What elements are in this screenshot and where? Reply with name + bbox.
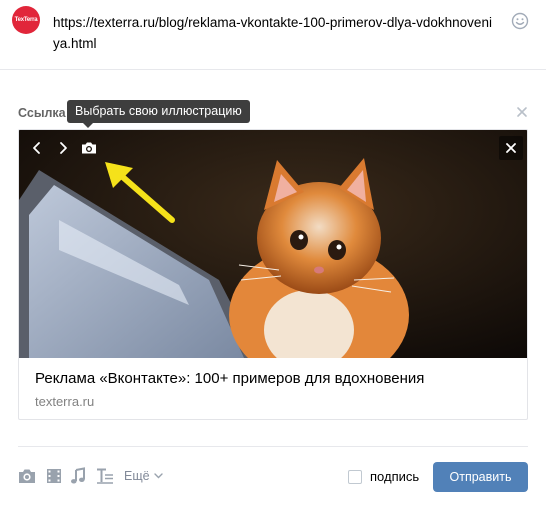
composer-toolbar: Ещё подпись Отправить [0,447,546,506]
music-icon[interactable] [68,467,88,485]
choose-illustration-button[interactable] [79,138,99,158]
video-icon[interactable] [44,467,64,485]
close-icon [506,143,516,153]
next-image-button[interactable] [53,138,73,158]
link-title[interactable]: Реклама «Вконтакте»: 100+ примеров для в… [35,370,424,387]
avatar-logo-text: TexTerra [14,17,38,23]
post-composer[interactable]: TexTerra https://texterra.ru/blog/reklam… [0,0,546,70]
avatar: TexTerra [12,6,40,34]
chevron-down-icon [153,473,163,479]
link-section-label: Ссылка [18,106,66,120]
prev-image-button[interactable] [27,138,47,158]
link-preview-image [19,130,527,358]
chevron-right-icon [60,142,67,154]
signature-label[interactable]: подпись [370,469,419,484]
link-domain: texterra.ru [35,394,95,409]
kitten-photo [19,130,527,358]
text-format-icon[interactable] [95,467,115,485]
pointer-arrow-annotation [105,162,175,223]
camera-icon[interactable] [17,467,37,485]
signature-checkbox[interactable] [348,470,362,484]
more-label: Ещё [124,469,150,483]
send-button[interactable]: Отправить [433,462,528,492]
camera-icon [82,142,96,154]
link-preview-card[interactable]: Реклама «Вконтакте»: 100+ примеров для в… [18,129,528,420]
remove-link-close-icon[interactable] [516,106,528,118]
remove-image-button[interactable] [499,136,523,160]
more-attachments-button[interactable]: Ещё [124,469,163,483]
chevron-left-icon [33,142,40,154]
choose-illustration-tooltip: Выбрать свою иллюстрацию [67,100,250,128]
smile-icon[interactable] [511,12,529,30]
post-text-input[interactable]: https://texterra.ru/blog/reklama-vkontak… [53,12,493,54]
